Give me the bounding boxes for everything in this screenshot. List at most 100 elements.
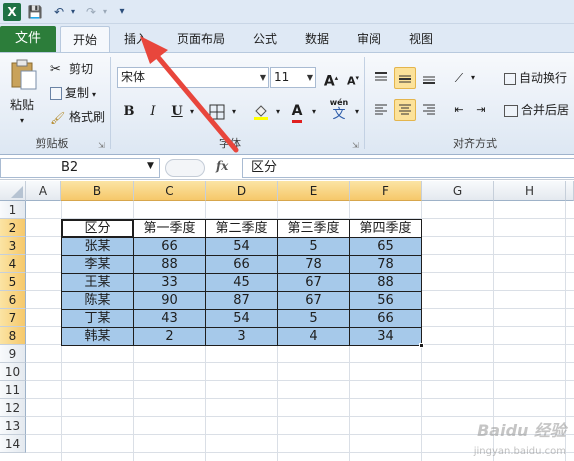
shrink-font-button[interactable]: A▾ <box>342 67 364 89</box>
align-left-button[interactable] <box>370 99 392 121</box>
name-box-dropdown-icon[interactable]: ▼ <box>147 161 154 171</box>
copy-dropdown-icon[interactable]: ▾ <box>92 90 96 99</box>
clipboard-launcher-icon[interactable]: ⇲ <box>98 138 105 154</box>
row-header[interactable]: 3 <box>0 237 26 255</box>
underline-button[interactable]: U <box>166 101 188 123</box>
table-cell[interactable]: 33 <box>134 274 206 292</box>
align-middle-button[interactable] <box>394 67 416 89</box>
table-cell[interactable]: 韩某 <box>62 328 134 346</box>
tab-home[interactable]: 开始 <box>60 26 110 52</box>
cut-button[interactable]: ✂ 剪切 <box>50 61 93 78</box>
table-cell[interactable]: 67 <box>278 274 350 292</box>
save-icon[interactable]: 💾 <box>26 3 44 21</box>
column-header[interactable]: E <box>278 181 350 201</box>
underline-dropdown-icon[interactable]: ▾ <box>186 101 198 123</box>
wrap-text-button[interactable]: 自动换行 <box>504 70 567 86</box>
format-painter-button[interactable]: 🖌 格式刷 <box>50 109 105 126</box>
table-cell[interactable]: 陈某 <box>62 292 134 310</box>
orientation-button[interactable]: ⟋ <box>448 67 470 89</box>
column-header[interactable]: G <box>422 181 494 201</box>
bold-button[interactable]: B <box>118 101 140 123</box>
merge-center-button[interactable]: 合并后居 <box>504 102 569 118</box>
table-cell[interactable]: 78 <box>278 256 350 274</box>
align-bottom-button[interactable] <box>418 67 440 89</box>
paste-dropdown-icon[interactable]: ▾ <box>20 113 24 129</box>
row-header[interactable]: 6 <box>0 291 26 309</box>
tab-insert[interactable]: 插入 <box>114 26 158 52</box>
table-header-cell[interactable]: 区分 <box>62 220 134 238</box>
row-header[interactable]: 12 <box>0 399 26 417</box>
column-header[interactable]: H <box>494 181 566 201</box>
row-header[interactable]: 1 <box>0 201 26 219</box>
row-header[interactable]: 4 <box>0 255 26 273</box>
column-header[interactable]: D <box>206 181 278 201</box>
table-cell[interactable]: 王某 <box>62 274 134 292</box>
undo-icon[interactable]: ↶ <box>50 3 68 21</box>
decrease-indent-button[interactable]: ⇤ <box>448 99 470 121</box>
table-cell[interactable]: 88 <box>134 256 206 274</box>
font-color-button[interactable]: A <box>286 101 308 123</box>
table-cell[interactable]: 43 <box>134 310 206 328</box>
fill-color-dropdown-icon[interactable]: ▾ <box>272 101 284 123</box>
row-header[interactable]: 2 <box>0 219 26 237</box>
font-color-dropdown-icon[interactable]: ▾ <box>308 101 320 123</box>
borders-button[interactable] <box>206 101 228 123</box>
fill-handle[interactable] <box>419 343 424 348</box>
table-cell[interactable]: 90 <box>134 292 206 310</box>
tab-view[interactable]: 视图 <box>400 26 442 52</box>
paste-button[interactable]: 粘贴 ▾ <box>6 59 42 125</box>
align-center-button[interactable] <box>394 99 416 121</box>
table-cell[interactable]: 54 <box>206 310 278 328</box>
table-cell[interactable]: 2 <box>134 328 206 346</box>
font-launcher-icon[interactable]: ⇲ <box>352 138 359 154</box>
table-cell[interactable]: 45 <box>206 274 278 292</box>
undo-dropdown-icon[interactable]: ▾ <box>68 3 78 21</box>
table-cell[interactable]: 67 <box>278 292 350 310</box>
table-cell[interactable]: 3 <box>206 328 278 346</box>
table-cell[interactable]: 56 <box>350 292 422 310</box>
table-cell[interactable]: 66 <box>134 238 206 256</box>
formula-input[interactable]: 区分 <box>242 158 574 178</box>
tab-review[interactable]: 审阅 <box>348 26 390 52</box>
increase-indent-button[interactable]: ⇥ <box>470 99 492 121</box>
select-all-corner[interactable] <box>0 181 26 201</box>
font-name-select[interactable]: 宋体 ▼ <box>117 67 269 88</box>
table-cell[interactable]: 5 <box>278 238 350 256</box>
tab-page-layout[interactable]: 页面布局 <box>168 26 234 52</box>
column-header[interactable] <box>566 181 574 201</box>
formula-bar-resize-handle[interactable] <box>165 159 205 177</box>
table-cell[interactable]: 李某 <box>62 256 134 274</box>
row-header[interactable]: 9 <box>0 345 26 363</box>
table-cell[interactable]: 87 <box>206 292 278 310</box>
table-cell[interactable]: 88 <box>350 274 422 292</box>
row-header[interactable]: 10 <box>0 363 26 381</box>
table-cell[interactable]: 66 <box>350 310 422 328</box>
column-header[interactable]: F <box>350 181 422 201</box>
table-cell[interactable]: 65 <box>350 238 422 256</box>
italic-button[interactable]: I <box>142 101 164 123</box>
row-header[interactable]: 5 <box>0 273 26 291</box>
name-box[interactable]: B2 <box>0 158 160 178</box>
table-cell[interactable]: 5 <box>278 310 350 328</box>
worksheet-grid[interactable]: A B C D E F G H 1 2 3 4 5 6 7 8 9 10 11 … <box>0 181 574 461</box>
table-cell[interactable]: 4 <box>278 328 350 346</box>
column-header[interactable]: A <box>26 181 61 201</box>
redo-icon[interactable]: ↷ <box>82 3 100 21</box>
table-cell[interactable]: 张某 <box>62 238 134 256</box>
table-header-cell[interactable]: 第三季度 <box>278 220 350 238</box>
tab-formulas[interactable]: 公式 <box>244 26 286 52</box>
grow-font-button[interactable]: A▴ <box>320 67 342 90</box>
row-header[interactable]: 7 <box>0 309 26 327</box>
row-header[interactable]: 8 <box>0 327 26 345</box>
fill-color-button[interactable] <box>250 101 272 123</box>
copy-button[interactable]: 复制 ▾ <box>50 85 96 103</box>
borders-dropdown-icon[interactable]: ▾ <box>228 101 240 123</box>
orientation-dropdown-icon[interactable]: ▾ <box>468 67 478 89</box>
tab-data[interactable]: 数据 <box>296 26 338 52</box>
column-header[interactable]: B <box>61 181 134 201</box>
phonetic-guide-button[interactable]: wén 文 <box>326 97 352 127</box>
table-header-cell[interactable]: 第四季度 <box>350 220 422 238</box>
row-header[interactable]: 11 <box>0 381 26 399</box>
table-header-cell[interactable]: 第二季度 <box>206 220 278 238</box>
phonetic-dropdown-icon[interactable]: ▾ <box>352 101 362 123</box>
